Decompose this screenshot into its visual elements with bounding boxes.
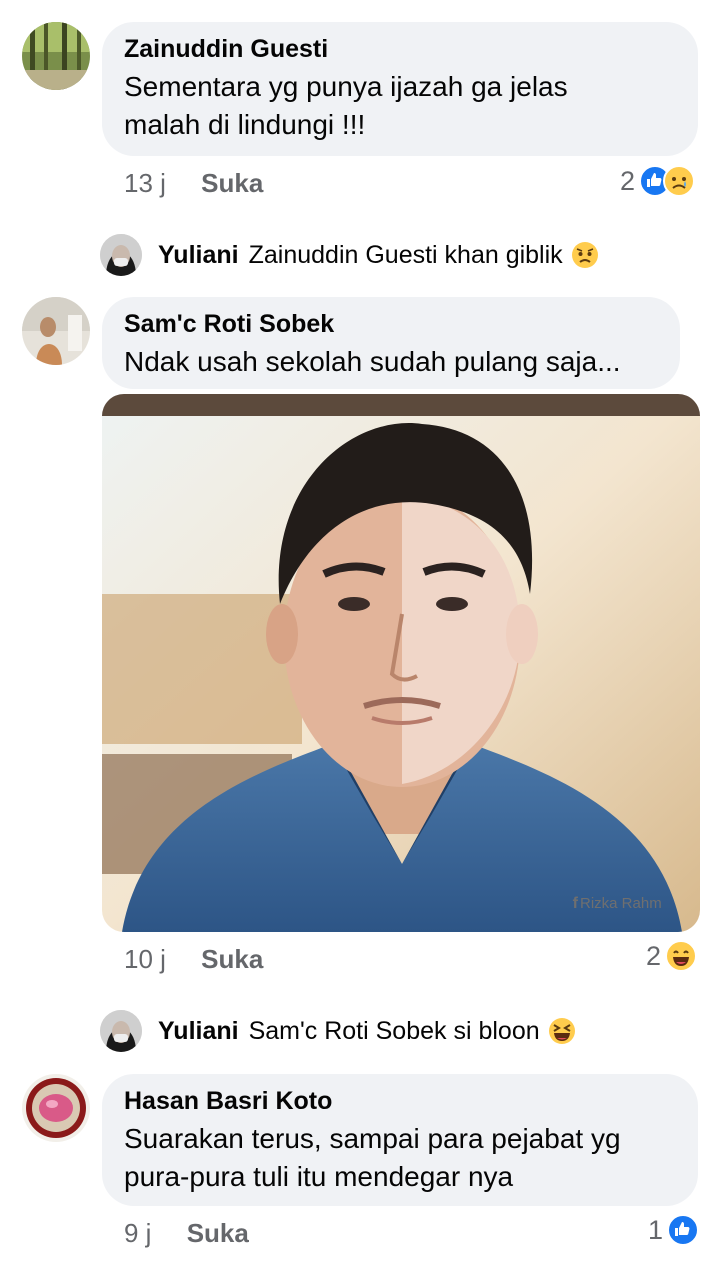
reaction-count: 2 xyxy=(620,165,636,196)
avatar-person-image xyxy=(22,297,90,365)
like-button[interactable]: Suka xyxy=(201,944,263,974)
sad-face-icon xyxy=(663,165,696,197)
comment-text: Suarakan terus, sampai para pejabat yg p… xyxy=(124,1123,621,1192)
comment-meta: 10 j Suka xyxy=(124,944,263,974)
worried-face-icon xyxy=(571,241,599,269)
reaction-count: 1 xyxy=(648,1214,664,1245)
portrait-photo: Rizka Rahm f xyxy=(102,394,700,932)
reply-row: Yuliani Zainuddin Guesti khan giblik xyxy=(158,240,599,270)
reaction-count: 2 xyxy=(646,940,662,971)
facebook-icon: f xyxy=(573,895,579,912)
watermark-text: Rizka Rahm xyxy=(580,895,662,912)
like-button[interactable]: Suka xyxy=(187,1218,249,1248)
reply-row: Yuliani Sam'c Roti Sobek si bloon xyxy=(158,1016,576,1046)
like-button[interactable]: Suka xyxy=(201,168,263,198)
avatar-forest-image xyxy=(22,22,90,90)
reaction-summary[interactable]: 1 xyxy=(648,1214,700,1246)
comment-bubble: Hasan Basri Koto Suarakan terus, sampai … xyxy=(102,1074,698,1206)
comment-meta: 9 j Suka xyxy=(124,1218,249,1248)
avatar[interactable] xyxy=(100,234,142,276)
comment-author[interactable]: Zainuddin Guesti xyxy=(124,34,676,64)
avatar[interactable] xyxy=(22,22,90,90)
avatar-person-image xyxy=(100,1010,142,1052)
comment-meta: 13 j Suka xyxy=(124,168,263,198)
comment-time[interactable]: 13 j xyxy=(124,168,166,198)
reply-text: Sam'c Roti Sobek si bloon xyxy=(248,1016,540,1045)
reply-text: Zainuddin Guesti khan giblik xyxy=(248,240,563,269)
avatar[interactable] xyxy=(22,1074,90,1142)
reply-author[interactable]: Yuliani xyxy=(158,241,239,270)
reply-author[interactable]: Yuliani xyxy=(158,1017,239,1046)
squinting-laugh-icon xyxy=(548,1017,576,1045)
avatar-person-image xyxy=(100,234,142,276)
comment-author[interactable]: Sam'c Roti Sobek xyxy=(124,309,658,339)
comment-text: Ndak usah sekolah sudah pulang saja... xyxy=(124,346,621,377)
comment-text: Sementara yg punya ijazah ga jelas malah… xyxy=(124,71,568,140)
avatar[interactable] xyxy=(100,1010,142,1052)
comment-bubble: Zainuddin Guesti Sementara yg punya ijaz… xyxy=(102,22,698,156)
avatar-ring-image xyxy=(22,1074,90,1142)
reaction-summary[interactable]: 2 xyxy=(646,940,698,972)
comment-author[interactable]: Hasan Basri Koto xyxy=(124,1086,676,1116)
reaction-summary[interactable]: 2 xyxy=(620,165,696,197)
comment-photo[interactable]: Rizka Rahm f xyxy=(102,394,700,932)
comment-bubble: Sam'c Roti Sobek Ndak usah sekolah sudah… xyxy=(102,297,680,389)
comment-time[interactable]: 9 j xyxy=(124,1218,151,1248)
laughing-face-icon xyxy=(665,940,698,972)
comment-time[interactable]: 10 j xyxy=(124,944,166,974)
avatar[interactable] xyxy=(22,297,90,365)
like-icon xyxy=(667,1214,700,1246)
